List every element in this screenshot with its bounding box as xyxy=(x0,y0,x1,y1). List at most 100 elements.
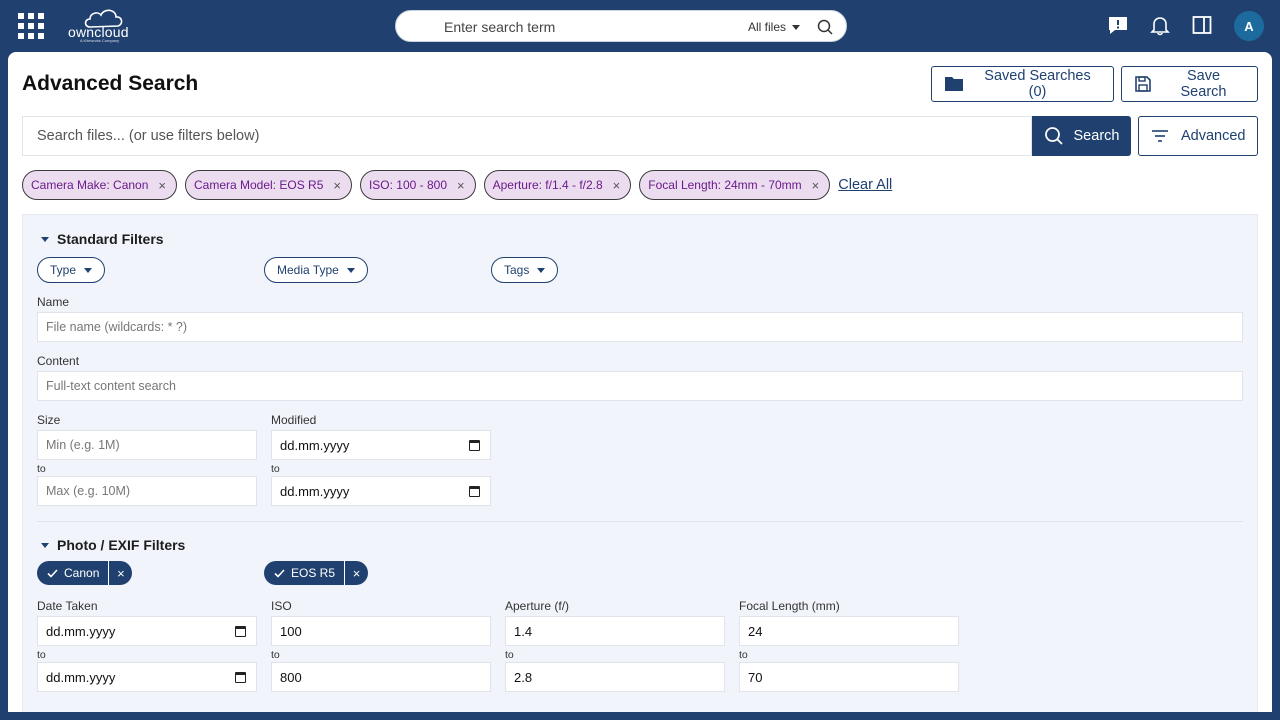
clear-all-link[interactable]: Clear All xyxy=(838,177,892,193)
global-search-input[interactable] xyxy=(444,17,734,37)
date-taken-from-input[interactable]: dd.mm.yyyy xyxy=(37,616,257,646)
iso-to-label: to xyxy=(271,649,280,661)
page-title: Advanced Search xyxy=(22,72,199,95)
modified-to-date-input[interactable]: dd.mm.yyyy xyxy=(271,476,491,506)
date-placeholder: dd.mm.yyyy xyxy=(280,437,350,453)
chevron-down-icon xyxy=(84,267,93,273)
size-to-label: to xyxy=(37,463,46,475)
focal-length-max-input[interactable]: 70 xyxy=(739,662,959,692)
search-button[interactable]: Search xyxy=(1032,116,1131,156)
top-bar: owncloud A Kiteworks Company All files A xyxy=(0,0,1280,52)
camera-make-chip-label: Canon xyxy=(64,566,100,580)
collapse-caret-icon xyxy=(41,236,49,242)
feedback-icon[interactable] xyxy=(1107,14,1129,36)
app-switcher-icon[interactable] xyxy=(18,13,44,39)
global-search-bar[interactable]: All files xyxy=(395,10,847,42)
filter-chip-camera-make[interactable]: Camera Make: Canon × xyxy=(22,170,177,200)
tags-dropdown[interactable]: Tags xyxy=(491,257,559,283)
aperture-to-label: to xyxy=(505,649,514,661)
exif-filters-title: Photo / EXIF Filters xyxy=(57,537,186,553)
modified-to-label: to xyxy=(271,463,280,475)
saved-searches-button[interactable]: Saved Searches (0) xyxy=(931,66,1114,102)
calendar-icon[interactable] xyxy=(235,672,246,683)
filter-chip-focal-length[interactable]: Focal Length: 24mm - 70mm × xyxy=(639,170,831,200)
tags-dropdown-label: Tags xyxy=(504,263,530,277)
side-panel-toggle-icon[interactable] xyxy=(1191,14,1213,36)
close-icon[interactable]: × xyxy=(812,178,820,193)
filter-chip-label: Camera Make: Canon xyxy=(31,178,149,192)
advanced-search-panel: Advanced Search Saved Searches (0) Save … xyxy=(8,52,1272,712)
filter-chip-label: ISO: 100 - 800 xyxy=(368,178,448,192)
media-type-dropdown-label: Media Type xyxy=(277,263,339,277)
camera-model-selected-chip[interactable]: EOS R5 × xyxy=(264,561,369,585)
focal-length-to-label: to xyxy=(739,649,748,661)
notifications-bell-icon[interactable] xyxy=(1149,14,1171,36)
camera-make-selected-chip[interactable]: Canon × xyxy=(37,561,133,585)
close-icon[interactable]: × xyxy=(457,178,465,193)
close-icon[interactable]: × xyxy=(158,178,166,193)
advanced-toggle-button[interactable]: Advanced xyxy=(1138,116,1258,156)
date-taken-label: Date Taken xyxy=(37,599,98,613)
active-filter-chips: Camera Make: Canon × Camera Model: EOS R… xyxy=(22,170,892,200)
calendar-icon[interactable] xyxy=(469,486,480,497)
date-placeholder: dd.mm.yyyy xyxy=(46,623,116,639)
standard-filters-toggle[interactable]: Standard Filters xyxy=(41,231,164,247)
focal-length-label: Focal Length (mm) xyxy=(739,599,840,613)
check-icon xyxy=(47,568,58,578)
size-min-input[interactable]: Min (e.g. 1M) xyxy=(37,430,257,460)
name-label: Name xyxy=(37,295,70,309)
aperture-label: Aperture (f/) xyxy=(505,599,570,613)
collapse-caret-icon xyxy=(41,542,49,548)
filter-chip-iso[interactable]: ISO: 100 - 800 × xyxy=(359,170,476,200)
chevron-down-icon xyxy=(792,24,801,30)
iso-max-input[interactable]: 800 xyxy=(271,662,491,692)
size-max-input[interactable]: Max (e.g. 10M) xyxy=(37,476,257,506)
exif-filters-toggle[interactable]: Photo / EXIF Filters xyxy=(41,537,185,553)
content-label: Content xyxy=(37,354,80,368)
iso-min-input[interactable]: 100 xyxy=(271,616,491,646)
file-search-field[interactable] xyxy=(22,116,1032,156)
section-divider xyxy=(37,521,1243,522)
search-scope-dropdown[interactable]: All files xyxy=(748,20,801,34)
user-avatar[interactable]: A xyxy=(1234,11,1264,41)
content-input[interactable]: Full-text content search xyxy=(37,371,1243,401)
save-search-button[interactable]: Save Search xyxy=(1121,66,1258,102)
chevron-down-icon xyxy=(537,267,546,273)
standard-filters-title: Standard Filters xyxy=(57,231,164,247)
date-placeholder: dd.mm.yyyy xyxy=(46,669,116,685)
focal-length-min-input[interactable]: 24 xyxy=(739,616,959,646)
logo-subtitle: A Kiteworks Company xyxy=(80,38,120,43)
filter-chip-aperture[interactable]: Aperture: f/1.4 - f/2.8 × xyxy=(483,170,632,200)
close-icon[interactable]: × xyxy=(108,561,132,585)
search-button-label: Search xyxy=(1073,128,1120,144)
close-icon[interactable]: × xyxy=(613,178,621,193)
close-icon[interactable]: × xyxy=(344,561,368,585)
filter-chip-camera-model[interactable]: Camera Model: EOS R5 × xyxy=(184,170,352,200)
calendar-icon[interactable] xyxy=(235,626,246,637)
file-search-input[interactable] xyxy=(23,117,1031,155)
filter-chip-label: Camera Model: EOS R5 xyxy=(193,178,324,192)
type-dropdown[interactable]: Type xyxy=(37,257,106,283)
search-icon[interactable] xyxy=(816,18,834,36)
aperture-max-input[interactable]: 2.8 xyxy=(505,662,725,692)
filter-chip-label: Aperture: f/1.4 - f/2.8 xyxy=(492,178,603,192)
folder-icon xyxy=(945,77,963,91)
size-label: Size xyxy=(37,413,61,427)
name-input[interactable]: File name (wildcards: * ?) xyxy=(37,312,1243,342)
camera-model-chip-label: EOS R5 xyxy=(291,566,336,580)
date-taken-to-input[interactable]: dd.mm.yyyy xyxy=(37,662,257,692)
date-taken-to-label: to xyxy=(37,649,46,661)
filter-chip-label: Focal Length: 24mm - 70mm xyxy=(648,178,802,192)
aperture-min-input[interactable]: 1.4 xyxy=(505,616,725,646)
search-scope-label: All files xyxy=(748,20,787,34)
saved-searches-label: Saved Searches (0) xyxy=(984,68,1091,100)
close-icon[interactable]: × xyxy=(333,178,341,193)
advanced-button-label: Advanced xyxy=(1181,128,1246,144)
calendar-icon[interactable] xyxy=(469,440,480,451)
iso-label: ISO xyxy=(271,599,292,613)
floppy-disk-icon xyxy=(1135,76,1151,92)
modified-from-date-input[interactable]: dd.mm.yyyy xyxy=(271,430,491,460)
media-type-dropdown[interactable]: Media Type xyxy=(264,257,368,283)
check-icon xyxy=(274,568,285,578)
type-dropdown-label: Type xyxy=(50,263,77,277)
